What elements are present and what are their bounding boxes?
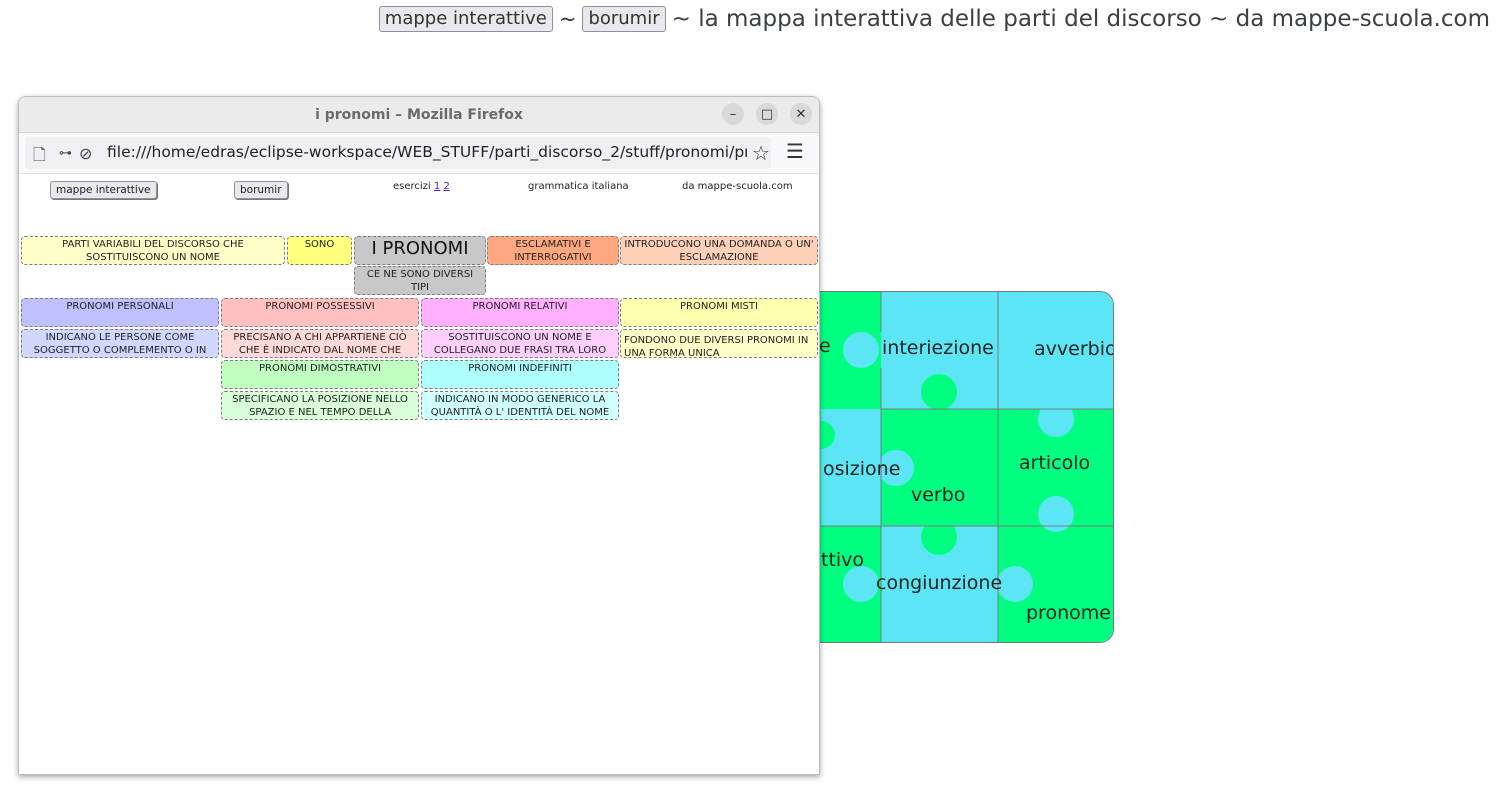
window-title: i pronomi – Mozilla Firefox xyxy=(315,106,523,123)
firefox-window: i pronomi – Mozilla Firefox – □ ✕ 🗋 ⊶ ⊘ … xyxy=(18,96,820,775)
puzzle-knob xyxy=(921,374,957,410)
esercizio-2-link[interactable]: 2 xyxy=(443,181,449,192)
puzzle-label-nome: e xyxy=(819,335,831,357)
hamburger-menu-icon[interactable]: ☰ xyxy=(786,139,804,163)
site-tagline: ~ la mappa interattiva delle parti del d… xyxy=(671,6,1490,32)
esercizi-links: esercizi 1 2 xyxy=(393,181,450,192)
window-titlebar[interactable]: i pronomi – Mozilla Firefox – □ ✕ xyxy=(19,97,819,133)
puzzle-knob xyxy=(1038,496,1074,532)
box-personali-desc[interactable]: INDICANO LE PERSONE COME SOGGETTO O COMP… xyxy=(21,329,219,358)
borumir-mini-button[interactable]: borumir xyxy=(234,181,288,199)
separator: ~ xyxy=(558,7,577,31)
maximize-icon[interactable]: □ xyxy=(756,103,778,125)
puzzle-label-articolo: articolo xyxy=(1019,452,1090,474)
puzzle-label-verbo: verbo xyxy=(911,484,965,506)
box-indefiniti-desc[interactable]: INDICANO IN MODO GENERICO LA QUANTITÀ O … xyxy=(421,391,619,420)
box-esclamativi[interactable]: ESCLAMATIVI E INTERROGATIVI xyxy=(487,236,619,265)
puzzle-label-avverbio: avverbio xyxy=(1034,338,1114,360)
box-sono[interactable]: SONO xyxy=(287,236,352,265)
page-content: mappe interattive borumir esercizi 1 2 g… xyxy=(19,174,819,774)
close-icon[interactable]: ✕ xyxy=(790,103,812,125)
box-relativi-desc[interactable]: SOSTITUISCONO UN NOME E COLLEGANO DUE FR… xyxy=(421,329,619,358)
permissions-icon[interactable]: ⊶ xyxy=(59,146,72,161)
box-pronomi-misti[interactable]: PRONOMI MISTI xyxy=(620,298,818,327)
box-possessivi-desc[interactable]: PRECISANO A CHI APPARTIENE CIÒ CHE È IND… xyxy=(221,329,419,358)
top-header: mappe interattive ~ borumir ~ la mappa i… xyxy=(378,4,1490,34)
box-pronomi-indefiniti[interactable]: PRONOMI INDEFINITI xyxy=(421,360,619,389)
puzzle-knob xyxy=(921,519,957,555)
grammatica-link[interactable]: grammatica italiana xyxy=(528,181,629,192)
esercizi-label: esercizi xyxy=(393,181,431,192)
bookmark-star-icon[interactable]: ☆ xyxy=(752,141,770,165)
puzzle-knob xyxy=(843,332,879,368)
tracking-protection-icon[interactable]: ⊘ xyxy=(79,144,92,163)
puzzle-knob xyxy=(843,566,879,602)
puzzle-label-interiezione: interiezione xyxy=(882,337,994,359)
box-pronomi-dimostrativi[interactable]: PRONOMI DIMOSTRATIVI xyxy=(221,360,419,389)
mappe-interattive-button[interactable]: mappe interattive xyxy=(378,6,553,32)
box-pronomi-possessivi[interactable]: PRONOMI POSSESSIVI xyxy=(221,298,419,327)
esercizio-1-link[interactable]: 1 xyxy=(434,181,440,192)
box-introducono[interactable]: INTRODUCONO UNA DOMANDA O UN' ESCLAMAZIO… xyxy=(620,236,818,265)
url-bar[interactable]: 🗋 ⊶ ⊘ file:///home/edras/eclipse-workspa… xyxy=(25,137,771,169)
puzzle-knob xyxy=(1038,401,1074,437)
puzzle-label-congiunzione: congiunzione xyxy=(876,572,1002,594)
box-dimostrativi-desc[interactable]: SPECIFICANO LA POSIZIONE NELLO SPAZIO E … xyxy=(221,391,419,420)
puzzle-knob xyxy=(997,566,1033,602)
navigation-bar: 🗋 ⊶ ⊘ file:///home/edras/eclipse-workspa… xyxy=(19,133,819,174)
box-parti-variabili[interactable]: PARTI VARIABILI DEL DISCORSO CHE SOSTITU… xyxy=(21,236,285,265)
puzzle-knob xyxy=(963,450,999,486)
box-pronomi-relativi[interactable]: PRONOMI RELATIVI xyxy=(421,298,619,327)
puzzle-label-pronome: pronome xyxy=(1026,602,1111,624)
site-credit[interactable]: da mappe-scuola.com xyxy=(682,181,793,192)
borumir-button[interactable]: borumir xyxy=(582,6,666,32)
box-i-pronomi[interactable]: I PRONOMI xyxy=(354,236,486,265)
puzzle-label-aggettivo: ttivo xyxy=(821,549,864,571)
mappe-interattive-mini-button[interactable]: mappe interattive xyxy=(50,181,157,199)
puzzle-label-preposizione: osizione xyxy=(823,458,900,480)
box-misti-desc[interactable]: FONDONO DUE DIVERSI PRONOMI IN UNA FORMA… xyxy=(620,329,818,358)
minimize-icon[interactable]: – xyxy=(722,103,744,125)
url-text[interactable]: file:///home/edras/eclipse-workspace/WEB… xyxy=(107,143,747,161)
box-ce-ne-sono[interactable]: CE NE SONO DIVERSI TIPI xyxy=(354,266,486,295)
page-icon[interactable]: 🗋 xyxy=(33,144,46,171)
box-pronomi-personali[interactable]: PRONOMI PERSONALI xyxy=(21,298,219,327)
